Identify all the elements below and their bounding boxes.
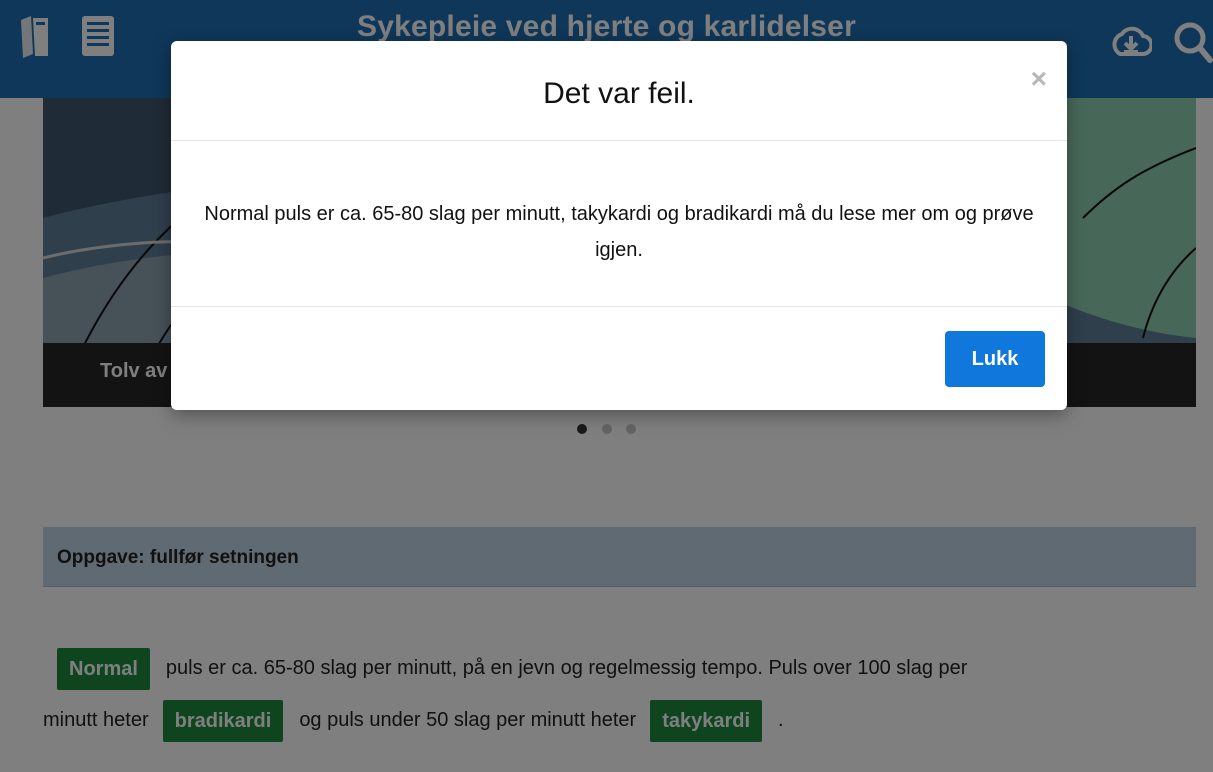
modal-header: Det var feil. × xyxy=(171,41,1067,141)
feedback-modal: Det var feil. × Normal puls er ca. 65-80… xyxy=(171,41,1067,410)
modal-body: Normal puls er ca. 65-80 slag per minutt… xyxy=(171,141,1067,307)
modal-title: Det var feil. xyxy=(543,77,695,110)
close-button[interactable]: Lukk xyxy=(945,331,1045,387)
close-icon[interactable]: × xyxy=(1031,65,1047,93)
modal-message: Normal puls er ca. 65-80 slag per minutt… xyxy=(204,203,1034,261)
